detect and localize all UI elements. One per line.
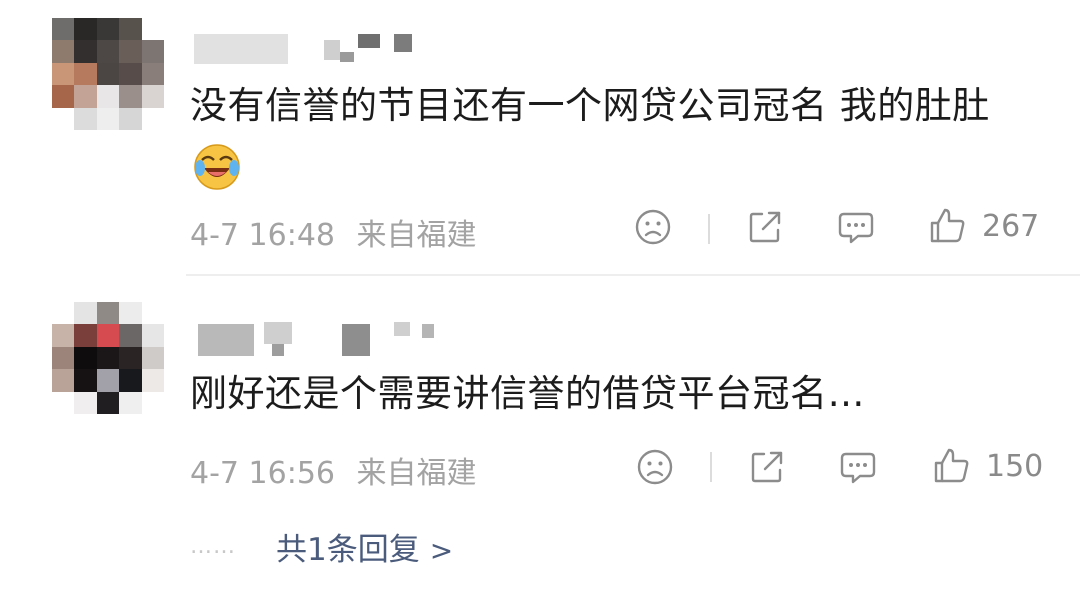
avatar[interactable]: [52, 18, 164, 130]
share-button[interactable]: [746, 208, 784, 246]
replies-row: …… 共1条回复 >: [190, 524, 453, 569]
like-button[interactable]: 150: [932, 446, 1043, 486]
comment-location: 来自福建: [356, 218, 477, 253]
comment-item-2: 刚好还是个需要讲信誉的借贷平台冠名… 4-7 16:56 来自福建 150 ………: [0, 276, 1080, 600]
comment-icon: [838, 212, 874, 244]
comment-location: 来自福建: [356, 456, 477, 491]
comment-icon: [840, 452, 876, 484]
username-redacted[interactable]: [194, 320, 434, 356]
share-icon: [751, 451, 783, 483]
share-button[interactable]: [748, 448, 786, 486]
sad-face-icon: [637, 449, 673, 485]
comment-text: 刚好还是个需要讲信誉的借贷平台冠名…: [190, 372, 865, 415]
avatar[interactable]: [52, 302, 164, 414]
comment-button[interactable]: [836, 208, 876, 246]
action-divider: [708, 214, 710, 244]
thumbs-up-icon: [930, 208, 965, 243]
comment-text: 没有信誉的节目还有一个网贷公司冠名 我的肚肚: [190, 84, 990, 127]
comment-meta: 4-7 16:56 来自福建: [190, 448, 477, 492]
like-button[interactable]: 267: [928, 206, 1039, 246]
share-icon: [749, 211, 781, 243]
like-count: 267: [982, 208, 1040, 244]
sad-face-icon: [635, 209, 671, 245]
view-replies-link[interactable]: 共1条回复 >: [276, 524, 453, 569]
comment-time: 4-7 16:48: [190, 218, 335, 253]
dislike-button[interactable]: [634, 208, 672, 246]
dislike-button[interactable]: [636, 448, 674, 486]
reply-dots: ……: [190, 534, 236, 559]
username-redacted[interactable]: [194, 30, 434, 66]
comment-button[interactable]: [838, 448, 878, 486]
comment-meta: 4-7 16:48 来自福建: [190, 210, 477, 254]
chevron-right-icon: >: [429, 534, 454, 567]
thumbs-up-icon: [934, 448, 969, 483]
action-divider: [710, 452, 712, 482]
comment-item-1: 没有信誉的节目还有一个网贷公司冠名 我的肚肚 4-7 16:48 来自福建 26…: [0, 0, 1080, 276]
comment-time: 4-7 16:56: [190, 456, 335, 491]
like-count: 150: [986, 448, 1044, 484]
laugh-cry-emoji: [194, 144, 240, 190]
view-replies-label: 共1条回复: [276, 532, 420, 568]
